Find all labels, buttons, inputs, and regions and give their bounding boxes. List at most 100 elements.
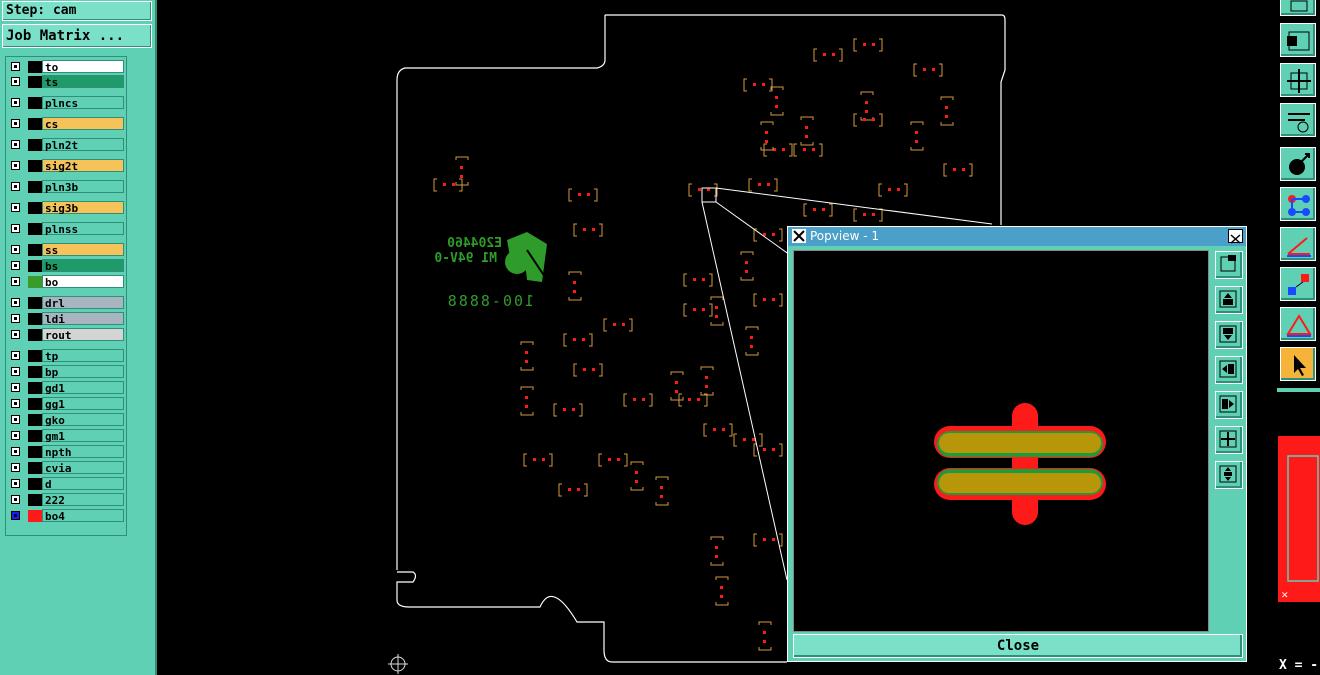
layer-row-plnss[interactable]: plnss [8, 222, 126, 236]
layer-checkbox[interactable] [11, 431, 20, 440]
layer-checkbox[interactable] [11, 463, 20, 472]
layer-name[interactable]: bo4 [42, 509, 124, 523]
zoom-area-button[interactable] [1215, 461, 1243, 489]
layer-name[interactable]: pln2t [42, 138, 124, 152]
layer-name[interactable]: 222 [42, 493, 124, 507]
layer-checkbox[interactable] [11, 261, 20, 270]
layer-name[interactable]: gg1 [42, 397, 124, 411]
layer-checkbox[interactable] [11, 511, 20, 520]
layer-checkbox[interactable] [11, 77, 20, 86]
layer-name[interactable]: to [42, 60, 124, 74]
layer-name[interactable]: cvia [42, 461, 124, 475]
net-tool-button[interactable] [1280, 187, 1316, 221]
layer-row-drl[interactable]: drl [8, 296, 126, 310]
layer-row-gko[interactable]: gko [8, 413, 126, 427]
layer-checkbox[interactable] [11, 98, 20, 107]
pan-left-button[interactable] [1215, 356, 1243, 384]
layer-name[interactable]: cs [42, 117, 124, 131]
layer-row-cvia[interactable]: cvia [8, 461, 126, 475]
layer-row-cs[interactable]: cs [8, 117, 126, 131]
close-button[interactable]: Close [793, 634, 1243, 658]
layer-row-ldi[interactable]: ldi [8, 312, 126, 326]
layer-name[interactable]: drl [42, 296, 124, 310]
layer-name[interactable]: gko [42, 413, 124, 427]
layer-checkbox[interactable] [11, 140, 20, 149]
layer-checkbox[interactable] [11, 314, 20, 323]
layer-row-bo4[interactable]: bo4 [8, 509, 126, 523]
layer-checkbox[interactable] [11, 245, 20, 254]
layer-row-bs[interactable]: bs [8, 259, 126, 273]
zoom-out-button[interactable] [1215, 321, 1243, 349]
layer-row-d[interactable]: d [8, 477, 126, 491]
layer-name[interactable]: ldi [42, 312, 124, 326]
layer-name[interactable]: rout [42, 328, 124, 342]
close-window-button[interactable] [1228, 229, 1243, 244]
measure-tool-button[interactable] [1280, 227, 1316, 261]
select-single-tool-button[interactable] [1280, 147, 1316, 181]
layer-name[interactable]: plncs [42, 96, 124, 110]
move-tool-button[interactable] [1280, 267, 1316, 301]
pan-right-button[interactable] [1215, 391, 1243, 419]
layer-name[interactable]: npth [42, 445, 124, 459]
layer-name[interactable]: bs [42, 259, 124, 273]
mini-map[interactable]: ✕ [1278, 436, 1320, 602]
layer-checkbox[interactable] [11, 447, 20, 456]
layer-row-plncs[interactable]: plncs [8, 96, 126, 110]
layer-name[interactable]: d [42, 477, 124, 491]
job-matrix-button[interactable]: Job Matrix ... [2, 24, 152, 48]
layer-name[interactable]: gm1 [42, 429, 124, 443]
settings-tool-button[interactable] [1280, 103, 1316, 137]
pointer-tool-button[interactable] [1280, 347, 1316, 381]
layer-name[interactable]: sig2t [42, 159, 124, 173]
layer-checkbox[interactable] [11, 119, 20, 128]
zoom-fit-button[interactable] [1215, 251, 1243, 279]
layer-row-gd1[interactable]: gd1 [8, 381, 126, 395]
layer-checkbox[interactable] [11, 367, 20, 376]
layer-name[interactable]: tp [42, 349, 124, 363]
popview-titlebar[interactable]: Popview - 1 [788, 227, 1246, 246]
layer-checkbox[interactable] [11, 62, 20, 71]
layer-checkbox[interactable] [11, 224, 20, 233]
layer-name[interactable]: pln3b [42, 180, 124, 194]
layer-checkbox[interactable] [11, 399, 20, 408]
layer-row-222[interactable]: 222 [8, 493, 126, 507]
layer-row-ts[interactable]: ts [8, 75, 126, 89]
layer-row-sig2t[interactable]: sig2t [8, 159, 126, 173]
layer-checkbox[interactable] [11, 277, 20, 286]
layer-checkbox[interactable] [11, 182, 20, 191]
layer-name[interactable]: bp [42, 365, 124, 379]
layer-row-pln2t[interactable]: pln2t [8, 138, 126, 152]
layer-name[interactable]: ts [42, 75, 124, 89]
layer-checkbox[interactable] [11, 495, 20, 504]
layer-name[interactable]: gd1 [42, 381, 124, 395]
zoom-fit-tool-button[interactable] [1280, 23, 1316, 57]
layer-row-gm1[interactable]: gm1 [8, 429, 126, 443]
layer-checkbox[interactable] [11, 479, 20, 488]
layer-name[interactable]: ss [42, 243, 124, 257]
layer-checkbox[interactable] [11, 161, 20, 170]
zoom-home-tool-button[interactable] [1280, 63, 1316, 97]
layer-row-tp[interactable]: tp [8, 349, 126, 363]
layer-checkbox[interactable] [11, 330, 20, 339]
layer-row-sig3b[interactable]: sig3b [8, 201, 126, 215]
layer-row-rout[interactable]: rout [8, 328, 126, 342]
triangle-tool-button[interactable] [1280, 307, 1316, 341]
layer-row-to[interactable]: to [8, 60, 126, 74]
layer-row-pln3b[interactable]: pln3b [8, 180, 126, 194]
step-label[interactable]: Step: cam [2, 1, 152, 21]
layer-checkbox[interactable] [11, 351, 20, 360]
layer-checkbox[interactable] [11, 415, 20, 424]
layer-checkbox[interactable] [11, 383, 20, 392]
layer-row-bo[interactable]: bo [8, 275, 126, 289]
layer-checkbox[interactable] [11, 203, 20, 212]
layer-row-ss[interactable]: ss [8, 243, 126, 257]
zoom-home-button[interactable] [1215, 426, 1243, 454]
layer-checkbox[interactable] [11, 298, 20, 307]
zoom-in-button[interactable] [1215, 286, 1243, 314]
layer-row-gg1[interactable]: gg1 [8, 397, 126, 411]
layer-row-npth[interactable]: npth [8, 445, 126, 459]
popview-canvas[interactable] [793, 250, 1209, 632]
layer-name[interactable]: plnss [42, 222, 124, 236]
layer-name[interactable]: bo [42, 275, 124, 289]
layer-name[interactable]: sig3b [42, 201, 124, 215]
